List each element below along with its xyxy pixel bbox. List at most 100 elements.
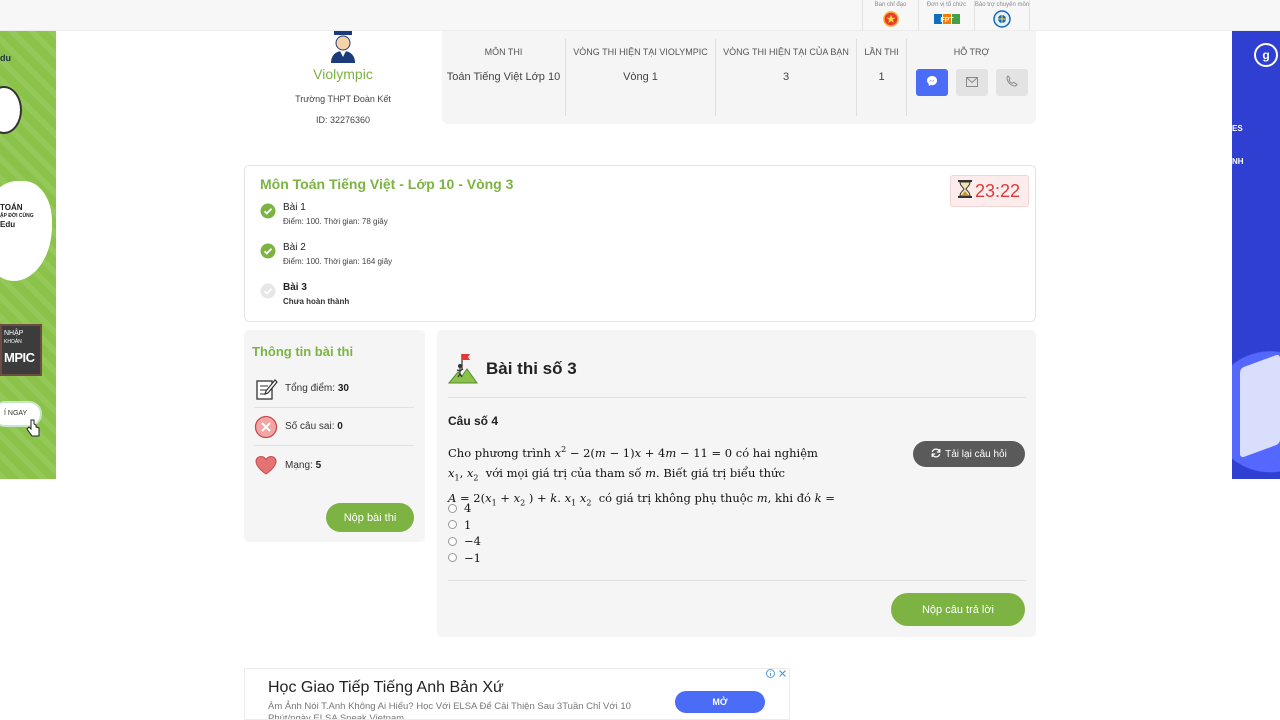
vn-emblem-icon (882, 11, 900, 27)
sponsor-organizer[interactable]: Đơn vị tổ chức FPT (918, 0, 974, 31)
radio-button[interactable] (448, 520, 457, 530)
ad-board: NHẬP KHOẢN MPIC (0, 324, 42, 376)
lesson-item-2: Bài 2 Điểm: 100. Thời gian: 164 giây (260, 242, 392, 266)
lesson-name: Bài 1 (283, 202, 306, 213)
ad-text-line: Edu (0, 219, 16, 229)
subject-value: Toán Tiếng Việt Lớp 10 (446, 71, 561, 83)
fpt-logo-text: FPT (940, 17, 954, 24)
support-buttons (915, 69, 1028, 96)
ad-open-button[interactable]: MỞ (675, 691, 765, 713)
ad-text: TOÁN ẬP ĐỜI CÙNG Edu (0, 203, 34, 230)
hourglass-icon (957, 179, 973, 203)
question-set-title: Bài thi số 3 (486, 359, 577, 378)
stat-label: Mạng: 5 (285, 460, 321, 471)
round-user-value: 3 (782, 71, 790, 83)
col-header: LẦN THI (864, 47, 899, 57)
bottom-banner-ad[interactable]: Học Giao Tiếp Tiếng Anh Bản Xứ Ám Ảnh Nó… (244, 668, 790, 720)
submit-exam-button[interactable]: Nộp bài thi (326, 503, 414, 532)
exam-title: Môn Toán Tiếng Việt - Lớp 10 - Vòng 3 (260, 176, 514, 192)
wrong-count-value: 0 (337, 421, 343, 432)
countdown-timer: 23:22 (950, 175, 1029, 207)
question-header: Bài thi số 3 (447, 352, 1026, 398)
left-side-ad[interactable]: du TOÁN ẬP ĐỜI CÙNG Edu NHẬP KHOẢN MPIC … (0, 31, 56, 479)
answer-option[interactable]: −4 (448, 533, 481, 550)
check-circle-icon (260, 243, 276, 259)
radio-button[interactable] (448, 503, 457, 513)
col-header: MÔN THI (484, 47, 523, 57)
mail-icon (965, 74, 978, 92)
round-system-value: Vòng 1 (623, 71, 658, 83)
ad-info-icon[interactable] (766, 669, 775, 680)
reload-label: Tải lại câu hỏi (945, 448, 1007, 460)
answer-option[interactable]: −1 (448, 550, 481, 567)
sponsor-strip: Ban chỉ đạo Đơn vị tổ chức FPT Bảo trợ c… (862, 0, 1030, 31)
ad-board-sub: KHOẢN (4, 339, 22, 346)
option-text: −4 (464, 534, 481, 549)
lesson-detail: Điểm: 100. Thời gian: 164 giây (283, 257, 393, 266)
sponsor-label: Đơn vị tổ chức (926, 2, 967, 8)
attempt-value: 1 (878, 71, 885, 83)
exam-stats-panel: Thông tin bài thi Tổng điểm: 30 Số câu s… (244, 330, 425, 542)
timer-value: 23:22 (975, 180, 1021, 201)
graduate-avatar-icon (328, 31, 358, 63)
question-panel: Bài thi số 3 Câu số 4 Cho phương trình x… (437, 330, 1036, 637)
error-circle-icon (254, 415, 278, 439)
ad-text-line: TOÁN (0, 203, 23, 212)
sponsor-label: Ban chỉ đạo (874, 2, 907, 8)
heart-icon (254, 453, 278, 477)
lives-value: 5 (315, 459, 322, 471)
phone-icon (1005, 74, 1018, 92)
close-icon[interactable] (778, 669, 787, 680)
ad-description: Ám Ảnh Nói T.Anh Không Ai Hiểu? Học Với … (268, 701, 631, 720)
col-header: VÒNG THI HIỆN TẠI VIOLYMPIC (573, 47, 708, 57)
ad-choices (766, 669, 787, 680)
ad-board-main: MPIC (4, 349, 35, 365)
radio-button[interactable] (448, 536, 457, 546)
col-header: HỖ TRỢ (953, 47, 990, 57)
ad-text: NH (1232, 157, 1244, 166)
stat-label-text: Số câu sai: (285, 421, 338, 432)
exam-progress-card: Môn Toán Tiếng Việt - Lớp 10 - Vòng 3 23… (244, 165, 1036, 322)
lesson-detail: Điểm: 100. Thời gian: 78 giây (283, 217, 388, 226)
email-button[interactable] (955, 69, 988, 96)
exam-info-table: MÔN THI Toán Tiếng Việt Lớp 10 VÒNG THI … (442, 31, 1036, 124)
stat-total-score: Tổng điểm: 30 (254, 370, 414, 408)
phone-button[interactable] (995, 69, 1028, 96)
question-divider (448, 580, 1026, 581)
question-number: Câu số 4 (448, 414, 499, 428)
user-panel: Violympic Trường THPT Đoàn Kết ID: 32276… (244, 31, 442, 131)
ad-brand-logo: g (1254, 43, 1278, 67)
stat-label-text: Tổng điểm: (285, 383, 338, 394)
sponsor-expert[interactable]: Bảo trợ chuyên môn (974, 0, 1030, 31)
ad-text: du (0, 53, 11, 63)
stats-title: Thông tin bài thi (252, 344, 354, 359)
lesson-item-1: Bài 1 Điểm: 100. Thời gian: 78 giây (260, 202, 388, 226)
stat-label: Tổng điểm: 30 (285, 383, 349, 394)
messenger-button[interactable] (915, 69, 948, 96)
radio-button[interactable] (448, 553, 457, 563)
answer-option[interactable]: 4 (448, 500, 481, 517)
check-circle-icon (260, 203, 276, 219)
refresh-icon (931, 448, 941, 461)
answer-option[interactable]: 1 (448, 517, 481, 534)
info-col-round-system: VÒNG THI HIỆN TẠI VIOLYMPIC Vòng 1 (566, 39, 716, 116)
user-id: ID: 32276360 (315, 115, 371, 125)
right-side-ad[interactable]: g ES NH (1232, 31, 1280, 479)
option-text: 4 (464, 501, 472, 516)
fpt-logo: FPT (933, 11, 960, 27)
lesson-item-3: Bài 3 Chưa hoàn thành (260, 282, 349, 306)
ad-illustration (1240, 353, 1280, 459)
stat-lives: Mạng: 5 (254, 446, 414, 484)
submit-answer-button[interactable]: Nộp câu trả lời (891, 593, 1025, 626)
stat-wrong-answers: Số câu sai: 0 (254, 408, 414, 446)
sponsor-label: Bảo trợ chuyên môn (974, 2, 1030, 8)
reload-question-button[interactable]: Tải lại câu hỏi (913, 441, 1025, 467)
hand-cursor-icon (26, 419, 40, 442)
ad-title: Học Giao Tiếp Tiếng Anh Bản Xứ (268, 679, 504, 696)
edit-note-icon (254, 377, 278, 401)
info-col-round-user: VÒNG THI HIỆN TẠI CỦA BẠN 3 (716, 39, 857, 116)
sponsor-steering[interactable]: Ban chỉ đạo (862, 0, 918, 31)
mountain-flag-icon (447, 352, 478, 384)
option-text: −1 (464, 550, 481, 565)
info-col-subject: MÔN THI Toán Tiếng Việt Lớp 10 (442, 39, 566, 116)
